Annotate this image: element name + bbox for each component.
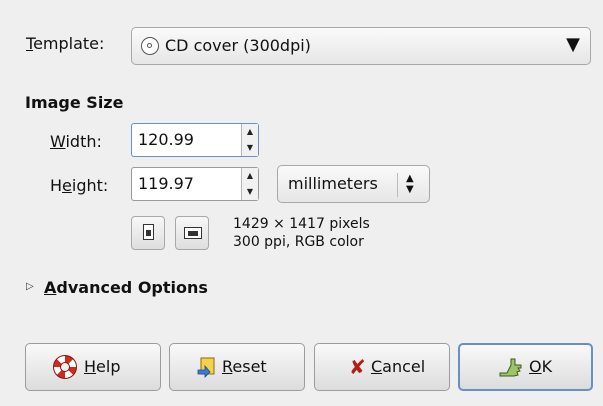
width-label: Width: — [50, 132, 102, 151]
template-label-rest: emplate: — [33, 34, 105, 53]
unit-separator — [397, 173, 398, 197]
cancel-button[interactable]: ✘ Cancel — [314, 343, 450, 391]
portrait-icon — [143, 224, 154, 240]
height-spin-buttons[interactable]: ▲ ▼ — [241, 168, 258, 200]
unit-combobox[interactable]: millimeters ▲ ▼ — [277, 165, 430, 203]
pixel-size-info: 1429 × 1417 pixels — [233, 216, 370, 232]
spin-up-icon[interactable]: ▲ — [242, 168, 258, 184]
width-spinbox[interactable]: 120.99 ▲ ▼ — [131, 123, 259, 157]
advanced-options-label[interactable]: Advanced Options — [44, 278, 208, 297]
reset-icon — [197, 357, 215, 378]
template-label: Template: — [26, 34, 105, 53]
template-value: CD cover (300dpi) — [165, 36, 311, 55]
height-value[interactable]: 119.97 — [138, 174, 194, 193]
ok-hand-icon — [499, 358, 522, 377]
expander-arrow-icon[interactable]: ▷ — [26, 281, 34, 292]
updown-arrows-icon: ▲ ▼ — [406, 173, 414, 195]
help-button[interactable]: Help — [25, 343, 161, 391]
height-spinbox[interactable]: 119.97 ▲ ▼ — [131, 167, 259, 201]
reset-button[interactable]: Reset — [169, 343, 305, 391]
resolution-info: 300 ppi, RGB color — [233, 234, 364, 250]
template-combobox[interactable]: CD cover (300dpi) ▼ — [131, 27, 591, 65]
spin-up-icon[interactable]: ▲ — [242, 124, 258, 140]
reset-button-label: Reset — [222, 357, 267, 376]
cancel-x-icon: ✘ — [349, 355, 366, 379]
width-spin-buttons[interactable]: ▲ ▼ — [241, 124, 258, 156]
cd-icon — [141, 37, 159, 55]
spin-down-icon[interactable]: ▼ — [242, 184, 258, 200]
help-button-label: Help — [84, 357, 121, 376]
landscape-button[interactable] — [175, 216, 209, 250]
portrait-button[interactable] — [131, 216, 165, 250]
width-value[interactable]: 120.99 — [138, 130, 194, 149]
cancel-button-label: Cancel — [371, 357, 426, 376]
spin-down-icon[interactable]: ▼ — [242, 140, 258, 156]
unit-value: millimeters — [288, 174, 378, 193]
dropdown-arrow-icon: ▼ — [566, 34, 580, 55]
image-size-heading: Image Size — [25, 93, 124, 112]
landscape-icon — [184, 227, 202, 239]
ok-button-label: OK — [529, 357, 553, 376]
ok-button[interactable]: OK — [458, 343, 593, 391]
lifebuoy-icon — [53, 355, 77, 379]
height-label: Height: — [50, 176, 109, 195]
